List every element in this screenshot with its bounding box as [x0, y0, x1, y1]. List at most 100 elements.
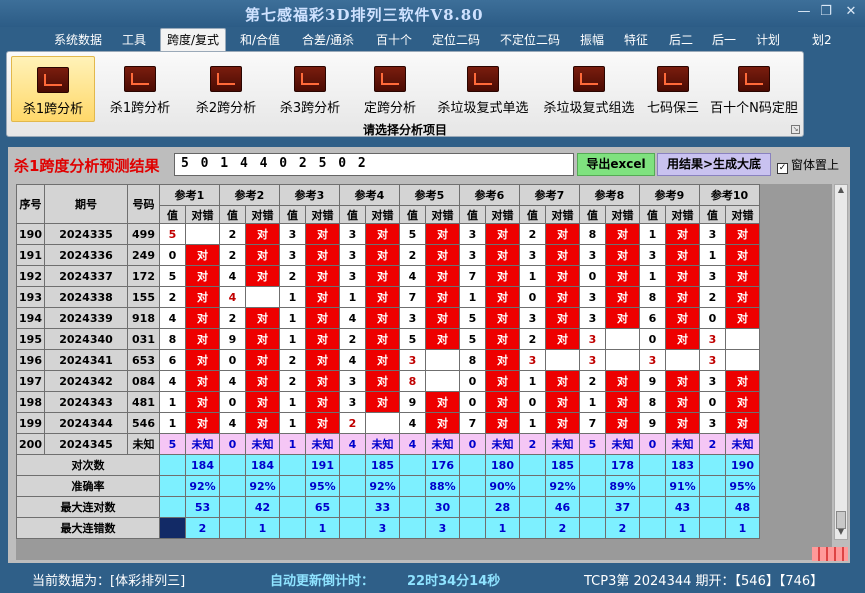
- menu-tools[interactable]: 工具: [122, 31, 146, 48]
- stats-value: 1: [725, 517, 760, 539]
- header-val: 值: [339, 205, 366, 224]
- kill3-span-button[interactable]: 杀3跨分析: [271, 56, 349, 122]
- cell-status-correct: 对: [305, 244, 340, 266]
- header-ref-1[interactable]: 参考1: [159, 184, 220, 206]
- junk-single-button[interactable]: 杀垃圾复式单选: [431, 56, 535, 122]
- menu-last-two[interactable]: 后二: [669, 31, 693, 48]
- menu-plan[interactable]: 计划: [756, 31, 780, 48]
- table-row[interactable]: 197 2024342 084 4 对 4 对 2 对 3 对 8 0 对 1 对 2 对 9 对 3 对: [16, 370, 760, 392]
- menu-amplitude[interactable]: 振幅: [580, 31, 604, 48]
- cell-value: 8: [399, 370, 426, 392]
- header-ref-4[interactable]: 参考4: [339, 184, 400, 206]
- result-field[interactable]: 5 0 1 4 4 0 2 5 0 2: [174, 153, 574, 176]
- cell-status-correct: 对: [725, 244, 760, 266]
- stats-spacer: [699, 475, 726, 497]
- row-period: 2024341: [44, 349, 128, 371]
- scroll-down-icon[interactable]: ▼: [835, 527, 847, 539]
- stats-label: 最大连对数: [16, 496, 160, 518]
- table-row[interactable]: 196 2024341 653 6 对 0 对 2 对 4 对 3 8 对 3 3 3 3: [16, 349, 760, 371]
- predicted-status: 未知: [605, 433, 640, 455]
- row-number: 653: [127, 349, 160, 371]
- dialog-launcher-icon[interactable]: ↘: [791, 125, 800, 134]
- cell-value: 3: [699, 412, 726, 434]
- vertical-scrollbar[interactable]: ▲ ▼: [834, 184, 848, 540]
- table-row[interactable]: 198 2024343 481 1 对 0 对 1 对 3 对 9 对 0 对 0 对 1 对 8 对 0 对: [16, 391, 760, 413]
- export-excel-button[interactable]: 导出excel: [577, 153, 655, 176]
- cell-value: 3: [339, 391, 366, 413]
- row-seq: 199: [16, 412, 45, 434]
- minimize-button[interactable]: —: [793, 4, 815, 19]
- scroll-up-icon[interactable]: ▲: [835, 185, 847, 197]
- stats-spacer: [159, 496, 186, 518]
- table-row[interactable]: 192 2024337 172 5 对 4 对 2 对 3 对 4 对 7 对 1 对 0 对 1 对 3 对: [16, 265, 760, 287]
- ribbon-label: 杀3跨分析: [279, 101, 341, 116]
- menu-bsg[interactable]: 百十个: [376, 31, 412, 48]
- window-title: 第七感福彩3D排列三软件V8.80: [245, 6, 484, 24]
- cell-status-correct: 对: [485, 244, 520, 266]
- cell-value: 2: [399, 244, 426, 266]
- kill1-span-button-active[interactable]: 杀1跨分析: [11, 56, 95, 122]
- junk-group-button[interactable]: 杀垃圾复式组选: [537, 56, 641, 122]
- restore-button[interactable]: ❐: [815, 4, 837, 19]
- header-ref-9[interactable]: 参考9: [639, 184, 700, 206]
- header-status: 对错: [725, 205, 760, 224]
- menu-sum[interactable]: 和/合值: [240, 31, 280, 48]
- cell-status-correct: 对: [485, 412, 520, 434]
- header-ref-8[interactable]: 参考8: [579, 184, 640, 206]
- menu-diff-kill[interactable]: 合差/通杀: [302, 31, 354, 48]
- header-status: 对错: [365, 205, 400, 224]
- draw-info: TCP3第 2024344 期开：【546】【746】: [584, 574, 824, 589]
- row-seq: 195: [16, 328, 45, 350]
- row-period: 2024340: [44, 328, 128, 350]
- cell-status-correct: 对: [485, 265, 520, 287]
- stay-on-top-checkbox[interactable]: ✓ 窗体置上: [777, 156, 839, 174]
- cell-status-miss: [185, 223, 220, 245]
- cell-status-correct: 对: [605, 286, 640, 308]
- cell-status-correct: 对: [425, 307, 460, 329]
- stats-spacer: [279, 475, 306, 497]
- table-row[interactable]: 194 2024339 918 4 对 2 对 1 对 4 对 3 对 5 对 3 对 3 对 6 对 0 对: [16, 307, 760, 329]
- row-seq: 198: [16, 391, 45, 413]
- menu-features[interactable]: 特征: [624, 31, 648, 48]
- generate-button[interactable]: 用结果>生成大底: [657, 153, 771, 176]
- bsg-ncode-button[interactable]: 百十个N码定胆: [707, 56, 801, 122]
- stats-value: 178: [605, 454, 640, 476]
- menu-nonposition-2[interactable]: 不定位二码: [500, 31, 560, 48]
- stats-spacer: [459, 475, 486, 497]
- cell-value: 2: [279, 370, 306, 392]
- checkbox-icon[interactable]: ✓: [777, 163, 788, 174]
- stats-spacer: [279, 517, 306, 539]
- table-row[interactable]: 190 2024335 499 5 2 对 3 对 3 对 5 对 3 对 2 对 8 对 1 对 3 对: [16, 223, 760, 245]
- table-row-prediction[interactable]: 200 2024345 未知 5 未知 0 未知 1 未知 4 未知 4 未知 0 未知 2 未知 5 未知 0 未知 2…: [16, 433, 760, 455]
- cell-status-correct: 对: [425, 328, 460, 350]
- cell-value: 4: [339, 349, 366, 371]
- menu-last-one[interactable]: 后一: [712, 31, 736, 48]
- cell-status-correct: 对: [305, 265, 340, 287]
- menu-system-data[interactable]: 系统数据: [54, 31, 102, 48]
- cell-status-correct: 对: [725, 265, 760, 287]
- table-row[interactable]: 199 2024344 546 1 对 4 对 1 对 2 4 对 7 对 1 对 7 对 9 对 3 对: [16, 412, 760, 434]
- table-row[interactable]: 191 2024336 249 0 对 2 对 3 对 3 对 2 对 3 对 3 对 3 对 3 对 1 对: [16, 244, 760, 266]
- seven-code-button[interactable]: 七码保三: [643, 56, 703, 122]
- row-number: 918: [127, 307, 160, 329]
- menu-span-compound[interactable]: 跨度/复式: [160, 28, 227, 51]
- table-row[interactable]: 193 2024338 155 2 对 4 1 对 1 对 7 对 1 对 0 对 3 对 8 对 2 对: [16, 286, 760, 308]
- table-row[interactable]: 195 2024340 031 8 对 9 对 1 对 2 对 5 对 5 对 2 对 3 0 对 3: [16, 328, 760, 350]
- data-grid[interactable]: 序号 期号 号码 参考1 参考2 参考3 参考4 参考5 参考6 参考7 参考8 参考9 参考10 值对错…: [16, 184, 832, 560]
- kill1-span-button[interactable]: 杀1跨分析: [101, 56, 179, 122]
- fixed-span-button[interactable]: 定跨分析: [355, 56, 425, 122]
- stats-value: 91%: [665, 475, 700, 497]
- header-ref-3[interactable]: 参考3: [279, 184, 340, 206]
- kill2-span-button[interactable]: 杀2跨分析: [187, 56, 265, 122]
- header-ref-7[interactable]: 参考7: [519, 184, 580, 206]
- header-ref-5[interactable]: 参考5: [399, 184, 460, 206]
- menu-position-2[interactable]: 定位二码: [432, 31, 480, 48]
- cell-value: 8: [459, 349, 486, 371]
- resize-grip[interactable]: [812, 547, 848, 561]
- stats-value: 184: [245, 454, 280, 476]
- header-ref-10[interactable]: 参考10: [699, 184, 760, 206]
- header-ref-6[interactable]: 参考6: [459, 184, 520, 206]
- menu-plan2[interactable]: 划2: [812, 31, 832, 48]
- close-button[interactable]: ✕: [840, 4, 862, 19]
- header-ref-2[interactable]: 参考2: [219, 184, 280, 206]
